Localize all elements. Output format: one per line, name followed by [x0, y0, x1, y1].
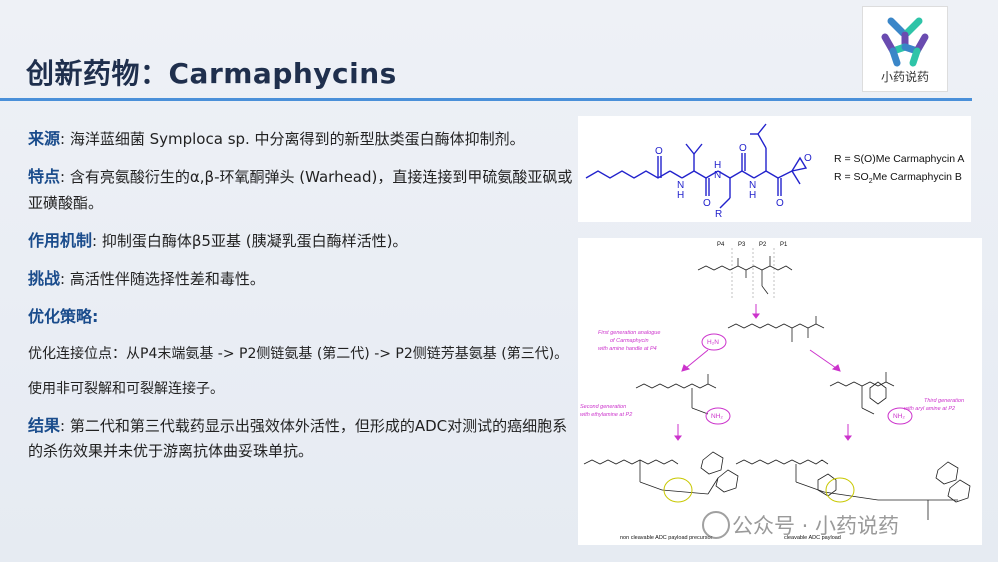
carmaphycin-structure: O N H O H N R O N H O O R = S(O)Me Carma… — [585, 123, 964, 220]
mechanism-text: : 抑制蛋白酶体β5亚基 (胰凝乳蛋白酶样活性)。 — [92, 231, 408, 250]
challenge-text: : 高活性伴随选择性差和毒性。 — [60, 269, 265, 288]
atom-o-1: O — [655, 146, 663, 157]
gen1-line-3: with amine handle at P4 — [598, 346, 657, 352]
atom-r: R — [715, 209, 722, 220]
page-title: 创新药物：Carmaphycins — [26, 57, 397, 90]
result-label: 结果 — [28, 415, 61, 435]
gen1-line-1: First generation analogue — [598, 330, 660, 336]
mechanism-label: 作用机制 — [28, 230, 93, 250]
feature-label: 特点 — [28, 167, 61, 187]
atom-h-1: H — [677, 190, 684, 201]
pos-p1: P1 — [780, 242, 788, 248]
result-text: : 第二代和第三代载药显示出强效体外活性，但形成的ADC对测试的癌细胞系的杀伤效… — [28, 416, 568, 461]
source-label: 来源 — [28, 129, 61, 148]
r-line-2: R = SO2Me Carmaphycin B — [834, 171, 962, 185]
strategy-colon: : — [92, 307, 99, 327]
molecule-logo-icon — [881, 17, 929, 67]
feature-text: : 含有亮氨酸衍生的α,β-环氧酮弹头 (Warhead)，直接连接到甲硫氨酸亚… — [28, 168, 573, 212]
bullet-result: 结果: 第二代和第三代载药显示出强效体外活性，但形成的ADC对测试的癌细胞系的杀… — [28, 413, 573, 464]
gen2-line-2: with ethylamine at P2 — [580, 412, 632, 418]
watermark: 公众号 · 小药说药 — [732, 514, 900, 538]
atom-o-4: O — [776, 198, 784, 209]
optimization-scheme-panel: P4 P3 P2 P1 H₂N NH₂ NH₂ First generation… — [578, 238, 982, 545]
gen3-line-2: with aryl amine at P2 — [904, 406, 955, 412]
strategy-line-1: 优化连接位点：从P4末端氨基 -> P2侧链氨基 (第二代) -> P2侧链芳基… — [28, 345, 569, 362]
atom-o-5: O — [804, 153, 812, 164]
atom-o-2: O — [703, 198, 711, 209]
strategy-label: 优化策略 — [28, 307, 93, 327]
pos-p2: P2 — [759, 242, 767, 248]
brand-logo: 小药说药 — [862, 6, 948, 92]
bullet-list: 来源: 海洋蓝细菌 Symploca sp. 中分离得到的新型肽类蛋白酶体抑制剂… — [28, 126, 573, 476]
atom-n-2: N — [714, 170, 721, 181]
logo-label: 小药说药 — [880, 70, 929, 84]
strategy-line-2: 使用非可裂解和可裂解连接子。 — [28, 380, 224, 397]
bullet-mechanism: 作用机制: 抑制蛋白酶体β5亚基 (胰凝乳蛋白酶样活性)。 — [28, 228, 573, 254]
pos-p3: P3 — [738, 242, 746, 248]
bullet-challenge: 挑战: 高活性伴随选择性差和毒性。 — [28, 266, 573, 292]
source-text: : 海洋蓝细菌 Symploca sp. 中分离得到的新型肽类蛋白酶体抑制剂。 — [60, 130, 525, 148]
title-divider — [0, 98, 972, 101]
pos-p4: P4 — [717, 242, 725, 248]
atom-o-3: O — [739, 143, 747, 154]
optimization-scheme: P4 P3 P2 P1 H₂N NH₂ NH₂ First generation… — [580, 242, 971, 541]
atom-h-3: H — [749, 190, 756, 201]
nh2-label-2: NH₂ — [893, 413, 905, 420]
h2n-label: H₂N — [707, 339, 719, 346]
r-line-1: R = S(O)Me Carmaphycin A — [834, 153, 964, 165]
challenge-label: 挑战 — [28, 268, 61, 288]
bullet-feature: 特点: 含有亮氨酸衍生的α,β-环氧酮弹头 (Warhead)，直接连接到甲硫氨… — [28, 164, 573, 215]
label-non-cleavable: non cleavable ADC payload precursor — [620, 535, 713, 541]
bullet-strategy: 优化策略: — [28, 304, 573, 330]
nh2-label-1: NH₂ — [711, 413, 723, 420]
gen2-line-1: Second generation — [580, 404, 626, 410]
bullet-source: 来源: 海洋蓝细菌 Symploca sp. 中分离得到的新型肽类蛋白酶体抑制剂… — [28, 126, 573, 152]
gen3-line-1: Third generation — [924, 398, 964, 404]
carmaphycin-structure-panel: O N H O H N R O N H O O R = S(O)Me Carma… — [578, 116, 971, 222]
gen1-line-2: of Carmaphycin — [610, 338, 649, 344]
